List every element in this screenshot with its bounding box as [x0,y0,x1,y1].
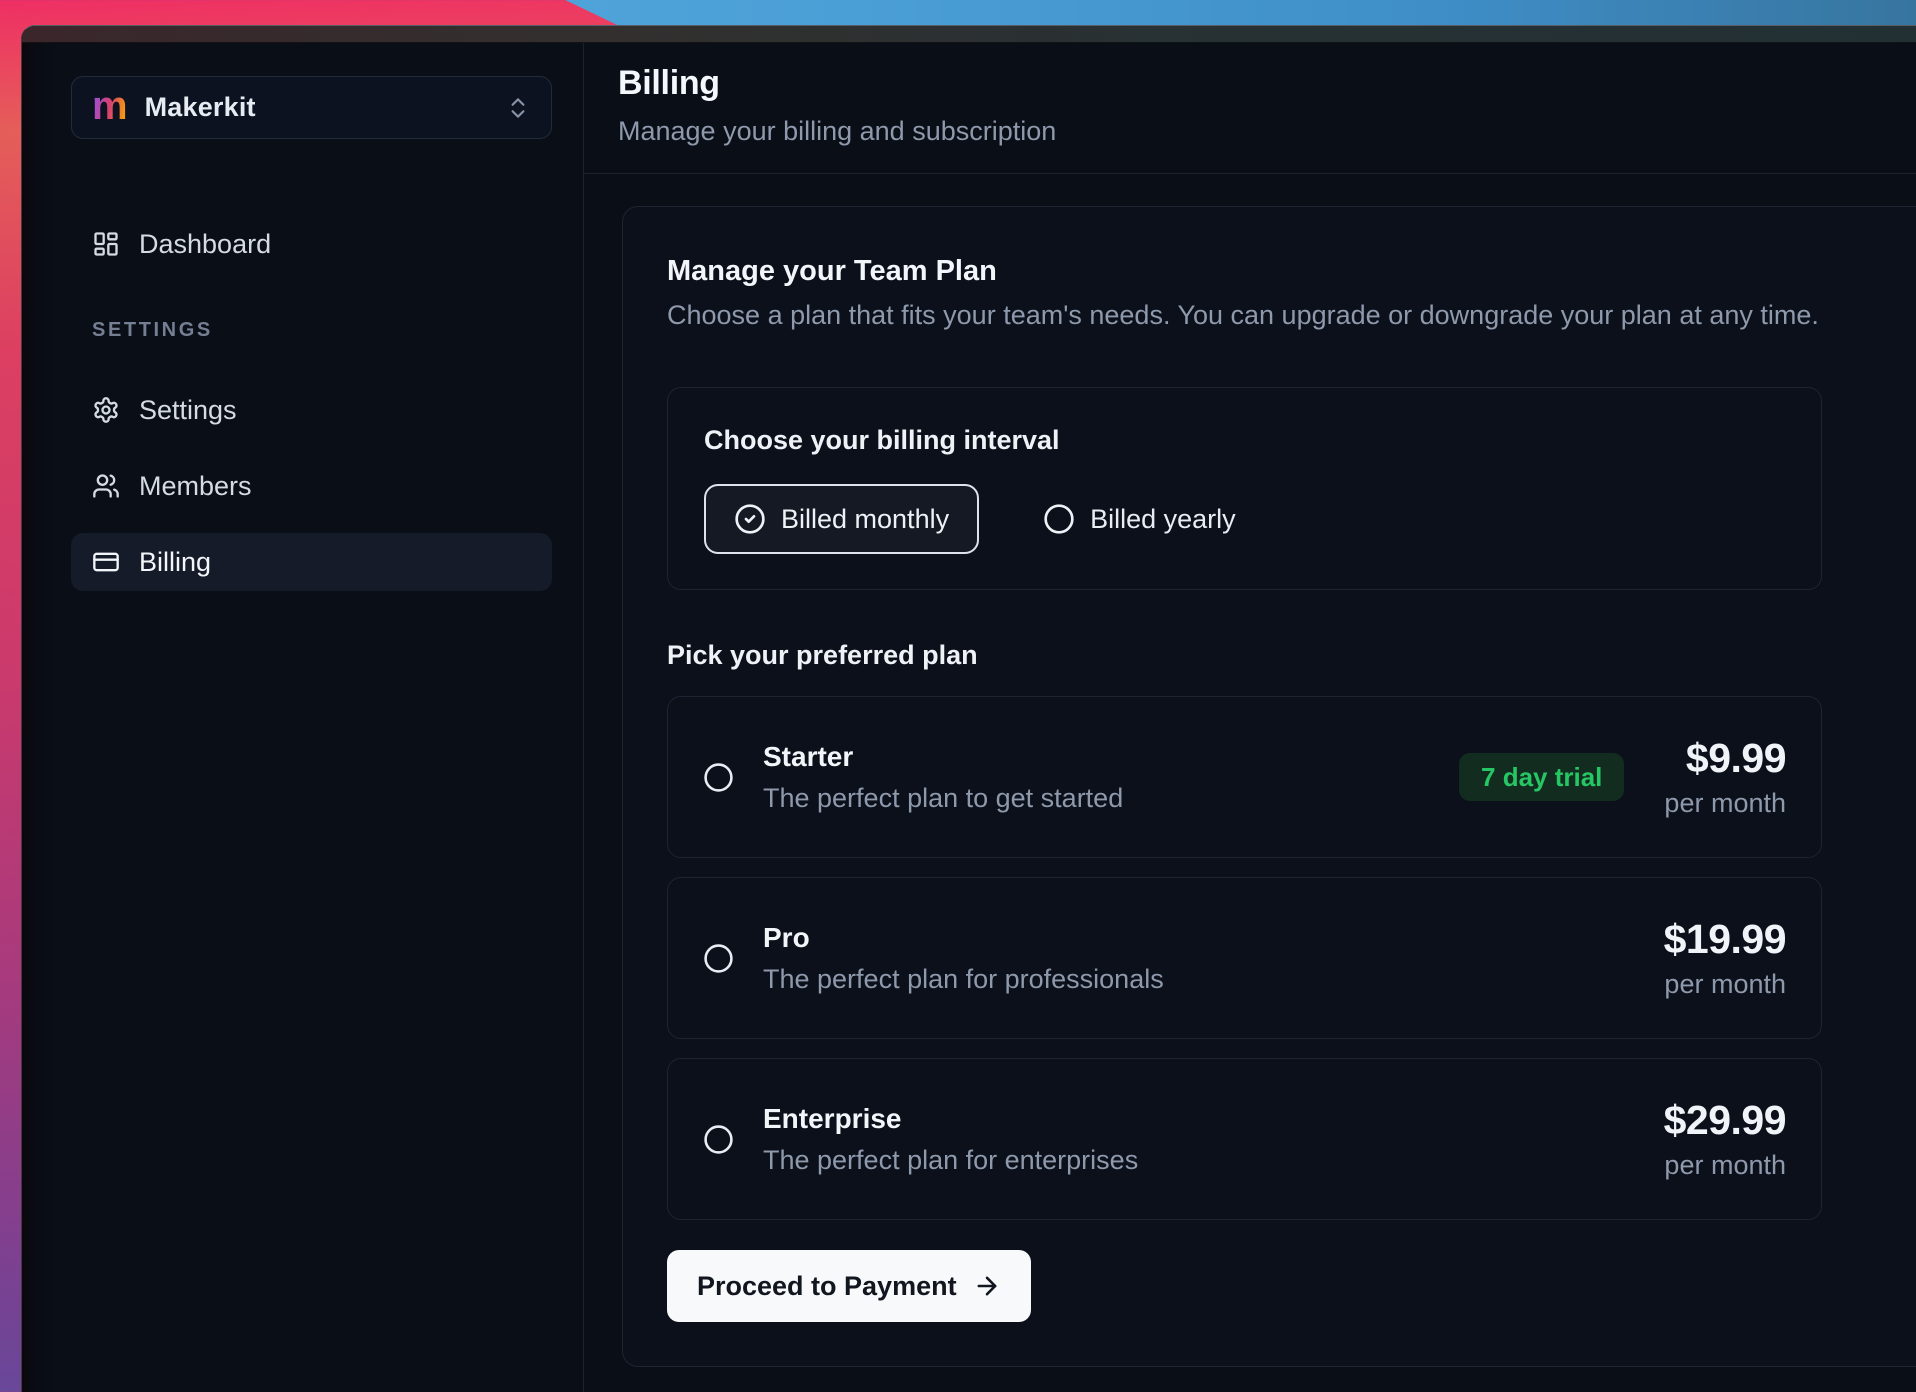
team-plan-card: Manage your Team Plan Choose a plan that… [622,206,1916,1367]
plan-info: Enterprise The perfect plan for enterpri… [763,1103,1138,1176]
workspace-selector[interactable]: m Makerkit [71,76,552,139]
circle-radio-icon [1043,503,1075,535]
arrow-right-icon [973,1272,1001,1300]
users-icon [92,472,120,500]
plan-name: Pro [763,922,1164,954]
makerkit-logo: m [92,86,128,126]
sidebar-item-label: Dashboard [139,229,271,260]
plan-name: Enterprise [763,1103,1138,1135]
workspace-name: Makerkit [145,92,256,123]
page-title: Billing [618,63,1916,103]
plan-list: Starter The perfect plan to get started … [667,696,1902,1220]
credit-card-icon [92,548,120,576]
app-body: m Makerkit Dashboard SETTINGS [22,43,1916,1392]
billing-interval-box: Choose your billing interval Billed mont… [667,387,1822,590]
app-window: m Makerkit Dashboard SETTINGS [21,25,1916,1392]
trial-badge: 7 day trial [1459,753,1624,801]
radio-circle-icon[interactable] [703,943,734,974]
page-subtitle: Manage your billing and subscription [618,115,1916,147]
radio-circle-icon[interactable] [703,762,734,793]
billing-interval-title: Choose your billing interval [704,427,1785,454]
card-title: Manage your Team Plan [667,254,1902,288]
plan-info: Pro The perfect plan for professionals [763,922,1164,995]
sidebar-nav: Dashboard SETTINGS Settings Membe [71,215,553,591]
plan-row-enterprise[interactable]: Enterprise The perfect plan for enterpri… [667,1058,1822,1220]
plan-period: per month [1664,787,1786,819]
plan-description: The perfect plan to get started [763,782,1123,814]
window-titlebar[interactable] [22,26,1916,43]
plan-row-starter[interactable]: Starter The perfect plan to get started … [667,696,1822,858]
sidebar-item-label: Members [139,471,252,502]
price-block: $29.99 per month [1664,1097,1786,1181]
price-block: $9.99 per month [1664,735,1786,819]
billing-interval-options: Billed monthly Billed yearly [704,484,1785,554]
plan-description: The perfect plan for professionals [763,963,1164,995]
price-block: $19.99 per month [1664,916,1786,1000]
main-area: Billing Manage your billing and subscrip… [584,43,1916,1392]
sidebar-item-label: Billing [139,547,211,578]
plan-price: $29.99 [1664,1097,1786,1143]
plan-period: per month [1664,1149,1786,1181]
card-subtitle: Choose a plan that fits your team's need… [667,299,1902,331]
sidebar-item-settings[interactable]: Settings [71,381,552,439]
sidebar-settings-group: Settings Members Billing [71,381,553,591]
radio-circle-icon[interactable] [703,1124,734,1155]
circle-check-icon [734,503,766,535]
billed-monthly-option[interactable]: Billed monthly [704,484,979,554]
plan-row-pro[interactable]: Pro The perfect plan for professionals $… [667,877,1822,1039]
sidebar: m Makerkit Dashboard SETTINGS [22,43,584,1392]
plan-period: per month [1664,968,1786,1000]
plan-right: $19.99 per month [1664,916,1786,1000]
plan-description: The perfect plan for enterprises [763,1144,1138,1176]
plan-right: 7 day trial $9.99 per month [1459,735,1786,819]
sidebar-item-members[interactable]: Members [71,457,552,515]
sidebar-item-billing[interactable]: Billing [71,533,552,591]
page-header: Billing Manage your billing and subscrip… [584,43,1916,174]
plan-name: Starter [763,741,1123,773]
billed-monthly-label: Billed monthly [781,504,949,535]
plan-price: $19.99 [1664,916,1786,962]
plan-right: $29.99 per month [1664,1097,1786,1181]
plan-price: $9.99 [1664,735,1786,781]
gear-icon [92,396,120,424]
sidebar-item-dashboard[interactable]: Dashboard [71,215,552,273]
plan-info: Starter The perfect plan to get started [763,741,1123,814]
proceed-to-payment-label: Proceed to Payment [697,1271,957,1302]
page-content: Manage your Team Plan Choose a plan that… [584,174,1916,1392]
proceed-to-payment-button[interactable]: Proceed to Payment [667,1250,1031,1322]
sidebar-section-label: SETTINGS [71,319,553,345]
layout-dashboard-icon [92,230,120,258]
chevrons-up-down-icon [505,95,531,121]
pick-plan-title: Pick your preferred plan [667,640,1902,671]
billed-yearly-option[interactable]: Billed yearly [1043,503,1236,535]
billed-yearly-label: Billed yearly [1090,504,1236,535]
sidebar-item-label: Settings [139,395,237,426]
